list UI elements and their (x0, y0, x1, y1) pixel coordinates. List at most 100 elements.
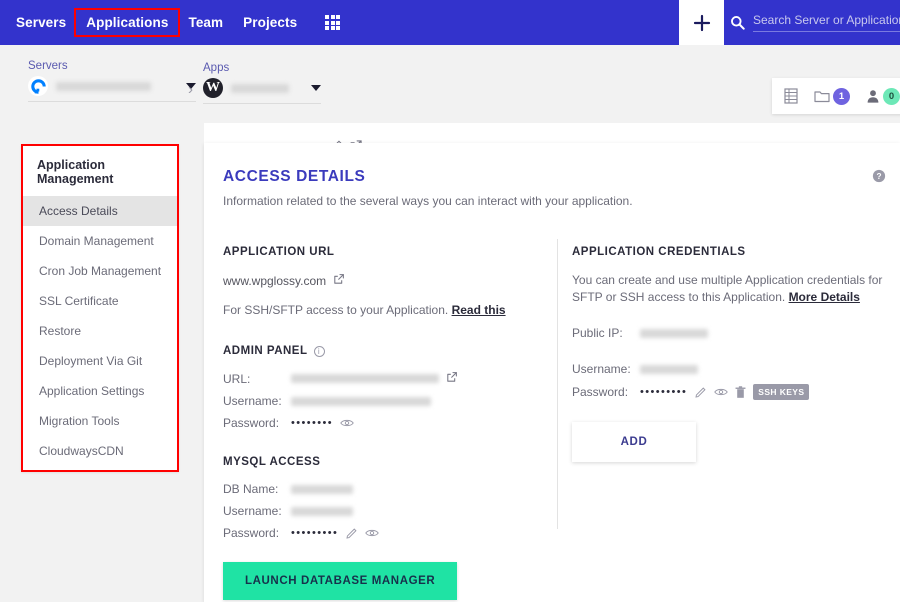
application-url-external-link[interactable] (333, 272, 345, 290)
add-credential-button[interactable]: ADD (572, 422, 696, 463)
admin-url-row: URL: www.wpglossy.com/wp-admin/ (223, 371, 553, 386)
application-credentials-heading: APPLICATION CREDENTIALS (572, 246, 746, 258)
admin-password-key: Password: (223, 416, 280, 431)
nav-link-servers[interactable]: Servers (6, 10, 76, 35)
ssh-keys-badge[interactable]: SSH KEYS (753, 384, 810, 401)
credentials-username-value: username (640, 364, 698, 374)
admin-url-key: URL: (223, 371, 251, 386)
pencil-icon (346, 527, 357, 539)
admin-password-row: Password: •••••••• (223, 416, 553, 430)
status-icons-panel: 1 0 (772, 78, 900, 114)
eye-icon (365, 529, 380, 537)
breadcrumb-apps-label: Apps (203, 62, 230, 74)
credentials-password-edit-button[interactable] (694, 386, 707, 399)
nav-link-team[interactable]: Team (178, 10, 233, 35)
left-content-column: APPLICATION URL www.wpglossy.com For SSH… (223, 246, 553, 601)
launch-database-manager-button[interactable]: LAUNCH DATABASE MANAGER (223, 562, 458, 601)
sidebar-item-cron-job-management[interactable]: Cron Job Management (23, 256, 177, 286)
credentials-username-key: Username: (572, 362, 631, 377)
sidebar-item-restore[interactable]: Restore (23, 316, 177, 346)
credentials-password-key: Password: (572, 385, 629, 400)
help-circle-icon[interactable]: ? (872, 169, 886, 188)
folder-status[interactable]: 1 (814, 87, 850, 105)
public-ip-value: 127.0.0.1 (640, 328, 708, 338)
digitalocean-logo-icon (28, 76, 48, 96)
admin-username-key: Username: (223, 394, 282, 409)
app-selector[interactable]: W wpglossy (203, 78, 321, 104)
credentials-password-reveal-button[interactable] (714, 387, 729, 397)
sidebar-item-application-settings[interactable]: Application Settings (23, 376, 177, 406)
user-icon (867, 89, 879, 103)
sidebar-title: Application Management (37, 158, 114, 186)
mysql-password-value: ••••••••• (291, 527, 339, 540)
sidebar-item-cloudwayscdn[interactable]: CloudwaysCDN (23, 436, 177, 466)
user-badge-count: 0 (883, 87, 900, 105)
wordpress-logo-icon: W (203, 78, 223, 98)
sidebar-item-domain-management[interactable]: Domain Management (23, 226, 177, 256)
mysql-username-row: Username: abcdefgh (223, 504, 553, 518)
more-details-link[interactable]: More Details (789, 290, 860, 304)
credentials-password-row: Password: ••••••••• SSH KEYS (572, 384, 892, 401)
svg-text:?: ? (876, 171, 881, 181)
public-ip-row: Public IP: 127.0.0.1 (572, 326, 892, 340)
right-content-column: APPLICATION CREDENTIALS You can create a… (572, 246, 892, 463)
add-button[interactable] (679, 0, 724, 45)
apps-grid-icon[interactable] (325, 14, 341, 31)
folder-icon (814, 91, 830, 103)
server-list-icon[interactable] (784, 88, 798, 104)
mysql-dbname-value: abcdefgh (291, 484, 353, 494)
nav-link-projects[interactable]: Projects (233, 10, 307, 35)
page-title: ACCESS DETAILS (223, 168, 366, 185)
read-this-link[interactable]: Read this (452, 303, 506, 317)
pencil-icon (695, 386, 706, 398)
breadcrumb-apps: Apps W wpglossy (203, 62, 321, 104)
mysql-access-heading: MYSQL ACCESS (223, 456, 321, 469)
admin-username-row: Username: admin@wpglossy.com (223, 394, 553, 408)
app-name: wpglossy (231, 83, 289, 93)
mysql-password-reveal-button[interactable] (365, 528, 380, 538)
nav-link-applications[interactable]: Applications (74, 8, 181, 37)
folder-badge-count: 1 (833, 87, 850, 105)
mysql-username-value: abcdefgh (291, 506, 353, 516)
nav-links: Servers Applications Team Projects (0, 0, 341, 45)
admin-username-value: admin@wpglossy.com (291, 396, 431, 406)
server-selector[interactable]: wpglossy blog (28, 76, 196, 102)
search-icon (731, 16, 745, 30)
external-link-icon (334, 274, 345, 284)
left-column: Application Management Access Details Do… (0, 123, 204, 602)
credentials-username-row: Username: username (572, 362, 892, 376)
application-management-panel: Application Management Access Details Do… (21, 144, 179, 472)
admin-password-reveal-button[interactable] (340, 418, 354, 428)
ssh-sftp-note: For SSH/SFTP access to your Application.… (223, 302, 553, 319)
column-divider (557, 239, 558, 529)
admin-url-external-link[interactable] (446, 371, 458, 386)
application-credentials-description: You can create and use multiple Applicat… (572, 272, 892, 306)
chevron-down-icon[interactable] (311, 85, 321, 91)
sidebar-item-ssl-certificate[interactable]: SSL Certificate (23, 286, 177, 316)
admin-panel-heading: ADMIN PANEL i (223, 345, 553, 357)
chevron-right-icon: › (188, 81, 193, 98)
mysql-password-edit-button[interactable] (345, 527, 358, 540)
eye-icon (714, 388, 729, 396)
credentials-password-value: ••••••••• (640, 386, 688, 399)
admin-url-value: www.wpglossy.com/wp-admin/ (291, 374, 439, 384)
info-circle-icon[interactable]: i (313, 345, 325, 357)
credentials-delete-button[interactable] (735, 385, 746, 399)
application-url-row: www.wpglossy.com (223, 272, 553, 290)
sidebar-item-migration-tools[interactable]: Migration Tools (23, 406, 177, 436)
external-link-icon (447, 372, 457, 382)
server-name: wpglossy blog (56, 81, 151, 91)
ssh-sftp-note-text: For SSH/SFTP access to your Application. (223, 303, 449, 317)
mysql-username-key: Username: (223, 504, 282, 519)
search-input[interactable] (753, 13, 900, 32)
admin-password-value: •••••••• (291, 417, 334, 430)
user-status[interactable]: 0 (866, 87, 900, 105)
admin-panel-heading-text: ADMIN PANEL (223, 345, 308, 358)
sidebar-item-access-details[interactable]: Access Details (23, 196, 177, 226)
mysql-password-row: Password: ••••••••• (223, 526, 553, 540)
eye-icon (340, 419, 354, 427)
breadcrumb-servers: Servers wpglossy blog (28, 60, 196, 102)
sidebar-item-deployment-via-git[interactable]: Deployment Via Git (23, 346, 177, 376)
application-url-heading: APPLICATION URL (223, 246, 335, 258)
breadcrumb-bar: Servers wpglossy blog › Apps W wpglossy (0, 45, 900, 152)
